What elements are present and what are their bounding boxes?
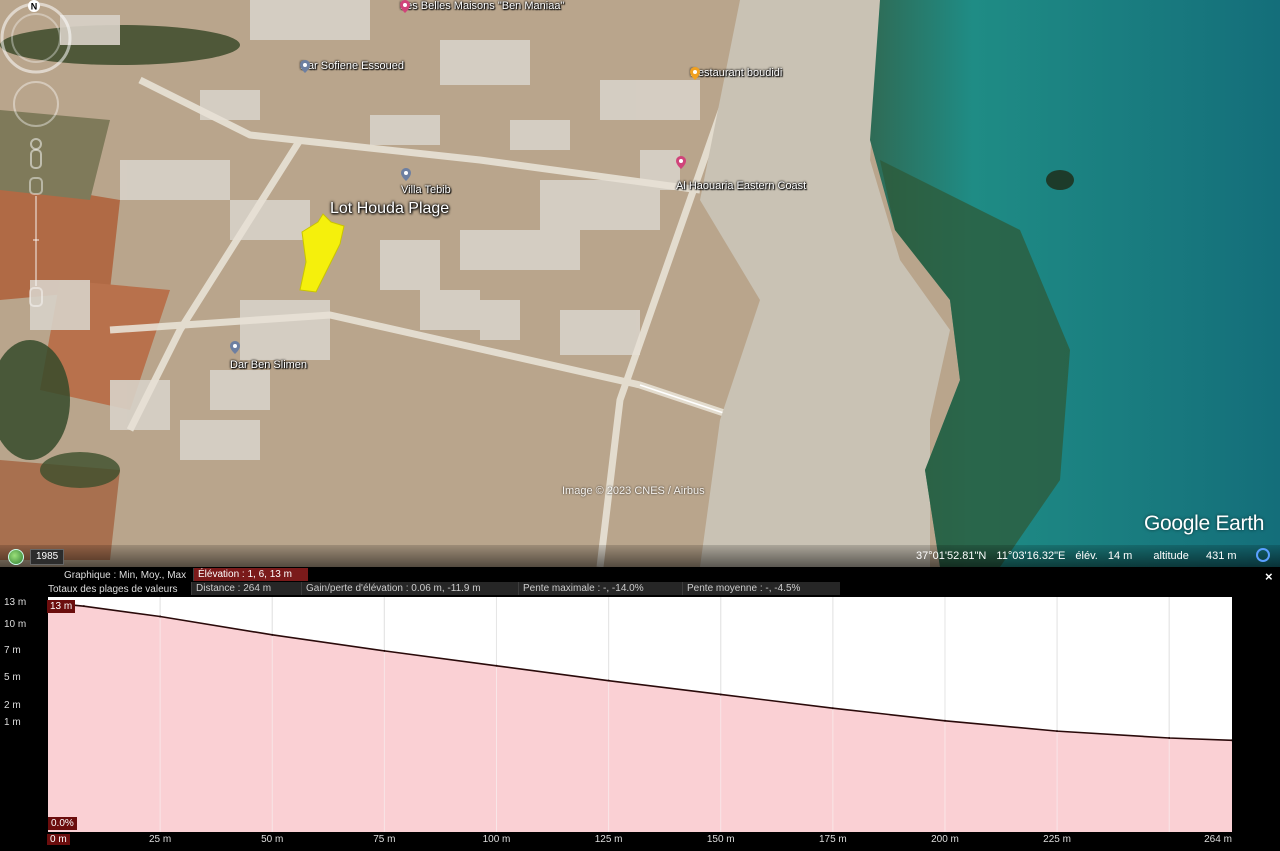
elevation-point <box>495 664 498 667</box>
elevation-point <box>271 633 274 636</box>
map-pin-icon <box>676 156 686 169</box>
totals-label: Totaux des plages de valeurs <box>48 584 178 595</box>
historical-imagery-icon[interactable] <box>8 549 24 565</box>
y-tick-label: 13 m <box>4 597 27 608</box>
restaurant-pin-icon <box>690 67 700 80</box>
place-label-dar-ben-slimen[interactable]: Dar Ben Slimen <box>230 341 307 371</box>
place-name: Les Belles Maisons "Ben Maniaa" <box>400 0 565 12</box>
elevation-point <box>1056 730 1059 733</box>
place-name: Villa Tebib <box>401 184 451 196</box>
x-tick-label: 125 m <box>594 834 623 845</box>
elevation-point <box>607 679 610 682</box>
x-tick-label: 75 m <box>373 834 396 845</box>
elevation-chart-svg <box>48 597 1232 832</box>
elevation-point <box>831 707 834 710</box>
close-profile-button[interactable]: × <box>1265 569 1273 584</box>
map-pin-icon <box>400 0 410 13</box>
x-tick-label: 50 m <box>261 834 284 845</box>
y-tick-label: 7 m <box>4 645 21 656</box>
elevation-value: 14 m <box>1107 550 1133 562</box>
compass-north-letter: N <box>31 2 38 12</box>
look-joystick-icon[interactable] <box>13 81 59 127</box>
max-slope-field[interactable]: Pente maximale : -, -14.0% <box>518 582 682 595</box>
x-tick-label: 225 m <box>1043 834 1071 845</box>
historical-year-badge[interactable]: 1985 <box>30 549 65 565</box>
navigation-controls[interactable]: N <box>0 0 72 310</box>
x-tick-label: 264 m <box>1204 834 1232 845</box>
place-label-dar-sofiene[interactable]: Dar Sofiene Essoued <box>300 60 404 73</box>
elevation-point <box>383 649 386 652</box>
map-pin-icon <box>401 168 411 181</box>
slope-badge: 0.0% <box>48 817 77 830</box>
elevation-gain-field[interactable]: Gain/perte d'élévation : 0.06 m, -11.9 m <box>301 582 518 595</box>
elevation-point <box>1168 737 1171 739</box>
elevation-label: élév. <box>1075 550 1098 562</box>
distance-field[interactable]: Distance : 264 m <box>191 582 301 595</box>
altitude-label: altitude <box>1153 550 1189 562</box>
x-tick-label: 0 m <box>47 834 70 845</box>
x-tick-label: 200 m <box>931 834 959 845</box>
place-name: Restaurant boudidi <box>690 67 783 79</box>
coordinates-readout: 37°01'52.81"N 11°03'16.32"E élév. 14 m a… <box>916 550 1244 562</box>
elevation-point <box>719 693 722 696</box>
elevation-profile-panel: × Graphique : Min, Moy., Max Élévation :… <box>0 567 1280 851</box>
x-tick-label: 25 m <box>148 834 172 845</box>
lot-label[interactable]: Lot Houda Plage <box>330 200 449 218</box>
y-tick-label: 1 m <box>4 717 21 728</box>
place-name: Al Haouaria Eastern Coast <box>676 180 807 192</box>
graph-label: Graphique : Min, Moy., Max <box>64 570 187 581</box>
map-pin-icon <box>300 60 310 73</box>
elevation-area <box>48 602 1232 832</box>
compass-ring-icon[interactable]: N <box>0 0 72 74</box>
x-tick-label: 150 m <box>706 834 735 845</box>
x-tick-label: 175 m <box>818 834 847 845</box>
place-label-al-haouaria-eastern-coast[interactable]: Al Haouaria Eastern Coast <box>676 156 806 192</box>
zoom-slider[interactable] <box>29 177 43 307</box>
map-pin-icon <box>230 341 240 354</box>
google-earth-window: Les Belles Maisons "Ben Maniaa" Dar Sofi… <box>0 0 1280 851</box>
elevation-chart[interactable] <box>48 597 1232 832</box>
street-view-pegman-icon[interactable] <box>30 138 42 169</box>
place-label-restaurant-boudidi[interactable]: Restaurant boudidi <box>690 67 783 80</box>
place-name: Dar Ben Slimen <box>230 359 308 371</box>
avg-slope-field[interactable]: Pente moyenne : -, -4.5% <box>682 582 840 595</box>
longitude: 11°03'16.32"E <box>996 550 1066 562</box>
place-label-villa-tebib[interactable]: Villa Tebib <box>401 168 451 196</box>
place-name: Dar Sofiene Essoued <box>300 60 404 72</box>
y-tick-label: 10 m <box>4 619 27 630</box>
streaming-status-icon <box>1256 548 1270 562</box>
x-tick-label: 100 m <box>482 834 511 845</box>
google-earth-logo: Google Earth <box>1144 512 1265 535</box>
max-elevation-badge: 13 m <box>47 600 76 613</box>
latitude: 37°01'52.81"N <box>916 550 987 562</box>
satellite-imagery <box>0 0 1280 567</box>
satellite-map-view[interactable]: Les Belles Maisons "Ben Maniaa" Dar Sofi… <box>0 0 1280 567</box>
elevation-point <box>943 719 946 722</box>
y-tick-label: 5 m <box>4 672 21 683</box>
elevation-field[interactable]: Élévation : 1, 6, 13 m <box>193 568 308 581</box>
place-label-les-belles-maisons[interactable]: Les Belles Maisons "Ben Maniaa" <box>400 0 565 13</box>
imagery-credit: Image © 2023 CNES / Airbus <box>562 485 705 497</box>
altitude-value: 431 m <box>1205 550 1237 562</box>
elevation-point <box>159 615 162 618</box>
elevation-point <box>82 605 85 608</box>
y-tick-label: 2 m <box>4 700 21 711</box>
